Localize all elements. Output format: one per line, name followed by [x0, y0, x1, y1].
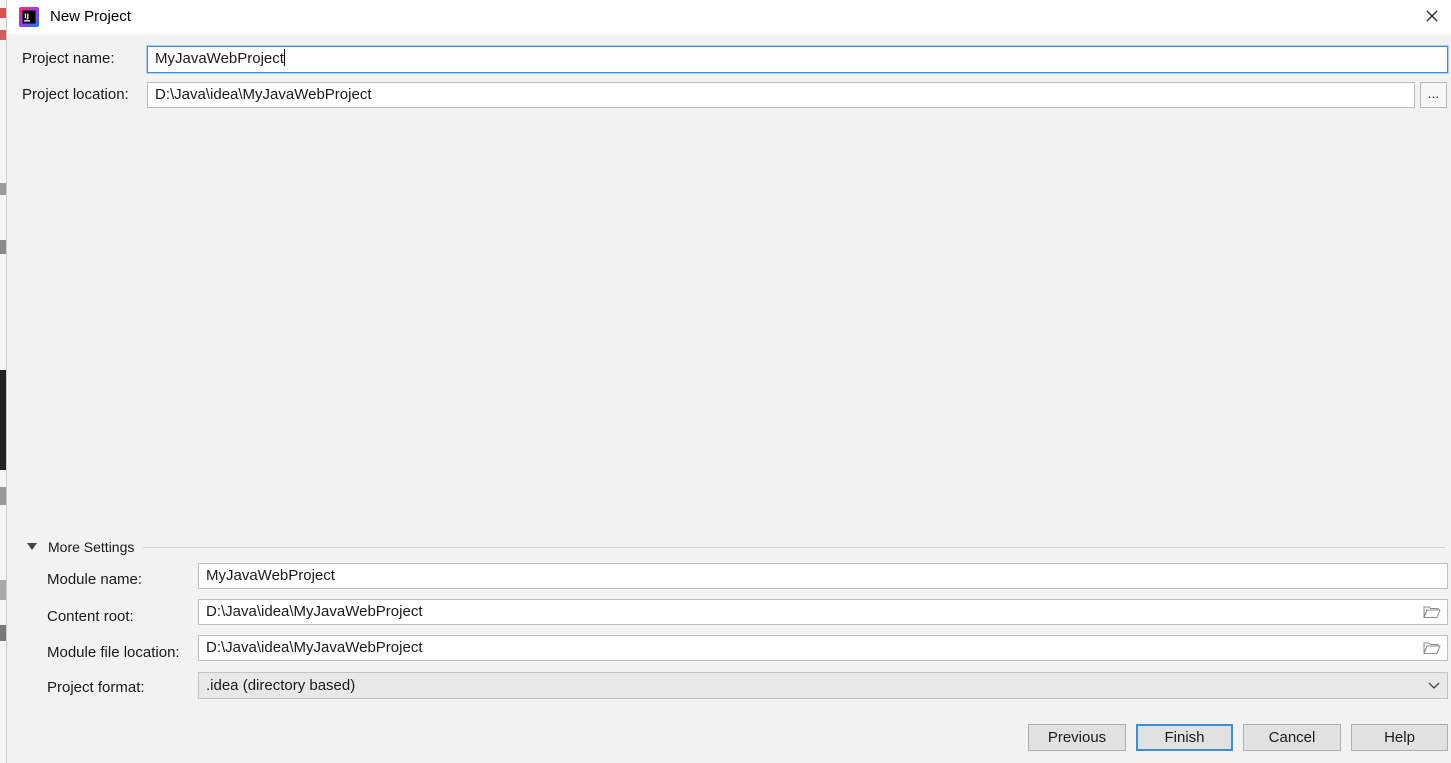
module-name-label: Module name: — [47, 571, 143, 588]
folder-icon[interactable] — [1423, 605, 1441, 619]
finish-button[interactable]: Finish — [1136, 724, 1233, 751]
project-location-value: D:\Java\idea\MyJavaWebProject — [155, 86, 372, 103]
chevron-down-icon — [1428, 682, 1440, 689]
module-file-location-label: Module file location: — [47, 644, 180, 661]
browse-button[interactable]: ... — [1420, 82, 1447, 108]
intellij-idea-icon: IJ — [19, 7, 39, 27]
new-project-dialog: IJ New Project Project name: MyJavaWebPr… — [6, 0, 1451, 763]
module-name-field[interactable]: MyJavaWebProject — [198, 563, 1448, 589]
module-file-location-field[interactable]: D:\Java\idea\MyJavaWebProject — [198, 635, 1448, 661]
text-caret — [283, 49, 285, 66]
module-file-location-value: D:\Java\idea\MyJavaWebProject — [206, 639, 423, 656]
separator — [143, 547, 1445, 548]
help-button[interactable]: Help — [1351, 724, 1448, 751]
content-root-field[interactable]: D:\Java\idea\MyJavaWebProject — [198, 599, 1448, 625]
module-name-value: MyJavaWebProject — [206, 567, 335, 584]
project-format-label: Project format: — [47, 679, 145, 696]
project-name-value: MyJavaWebProject — [155, 50, 284, 67]
project-location-label: Project location: — [22, 86, 129, 103]
previous-button[interactable]: Previous — [1028, 724, 1126, 751]
content-root-label: Content root: — [47, 608, 134, 625]
close-icon[interactable] — [1418, 4, 1446, 30]
title-bar: IJ New Project — [7, 0, 1451, 34]
collapse-triangle-icon — [27, 543, 37, 550]
window-title: New Project — [50, 8, 131, 25]
content-root-value: D:\Java\idea\MyJavaWebProject — [206, 603, 423, 620]
more-settings-label: More Settings — [48, 539, 135, 555]
project-format-select[interactable]: .idea (directory based) — [198, 672, 1448, 699]
project-name-field[interactable]: MyJavaWebProject — [147, 46, 1448, 73]
project-format-value: .idea (directory based) — [206, 677, 356, 694]
project-name-label: Project name: — [22, 50, 115, 67]
project-location-field[interactable]: D:\Java\idea\MyJavaWebProject — [147, 82, 1415, 108]
cancel-button[interactable]: Cancel — [1243, 724, 1341, 751]
svg-text:IJ: IJ — [24, 12, 29, 20]
more-settings-toggle[interactable]: More Settings — [25, 537, 1447, 557]
folder-icon[interactable] — [1423, 641, 1441, 655]
